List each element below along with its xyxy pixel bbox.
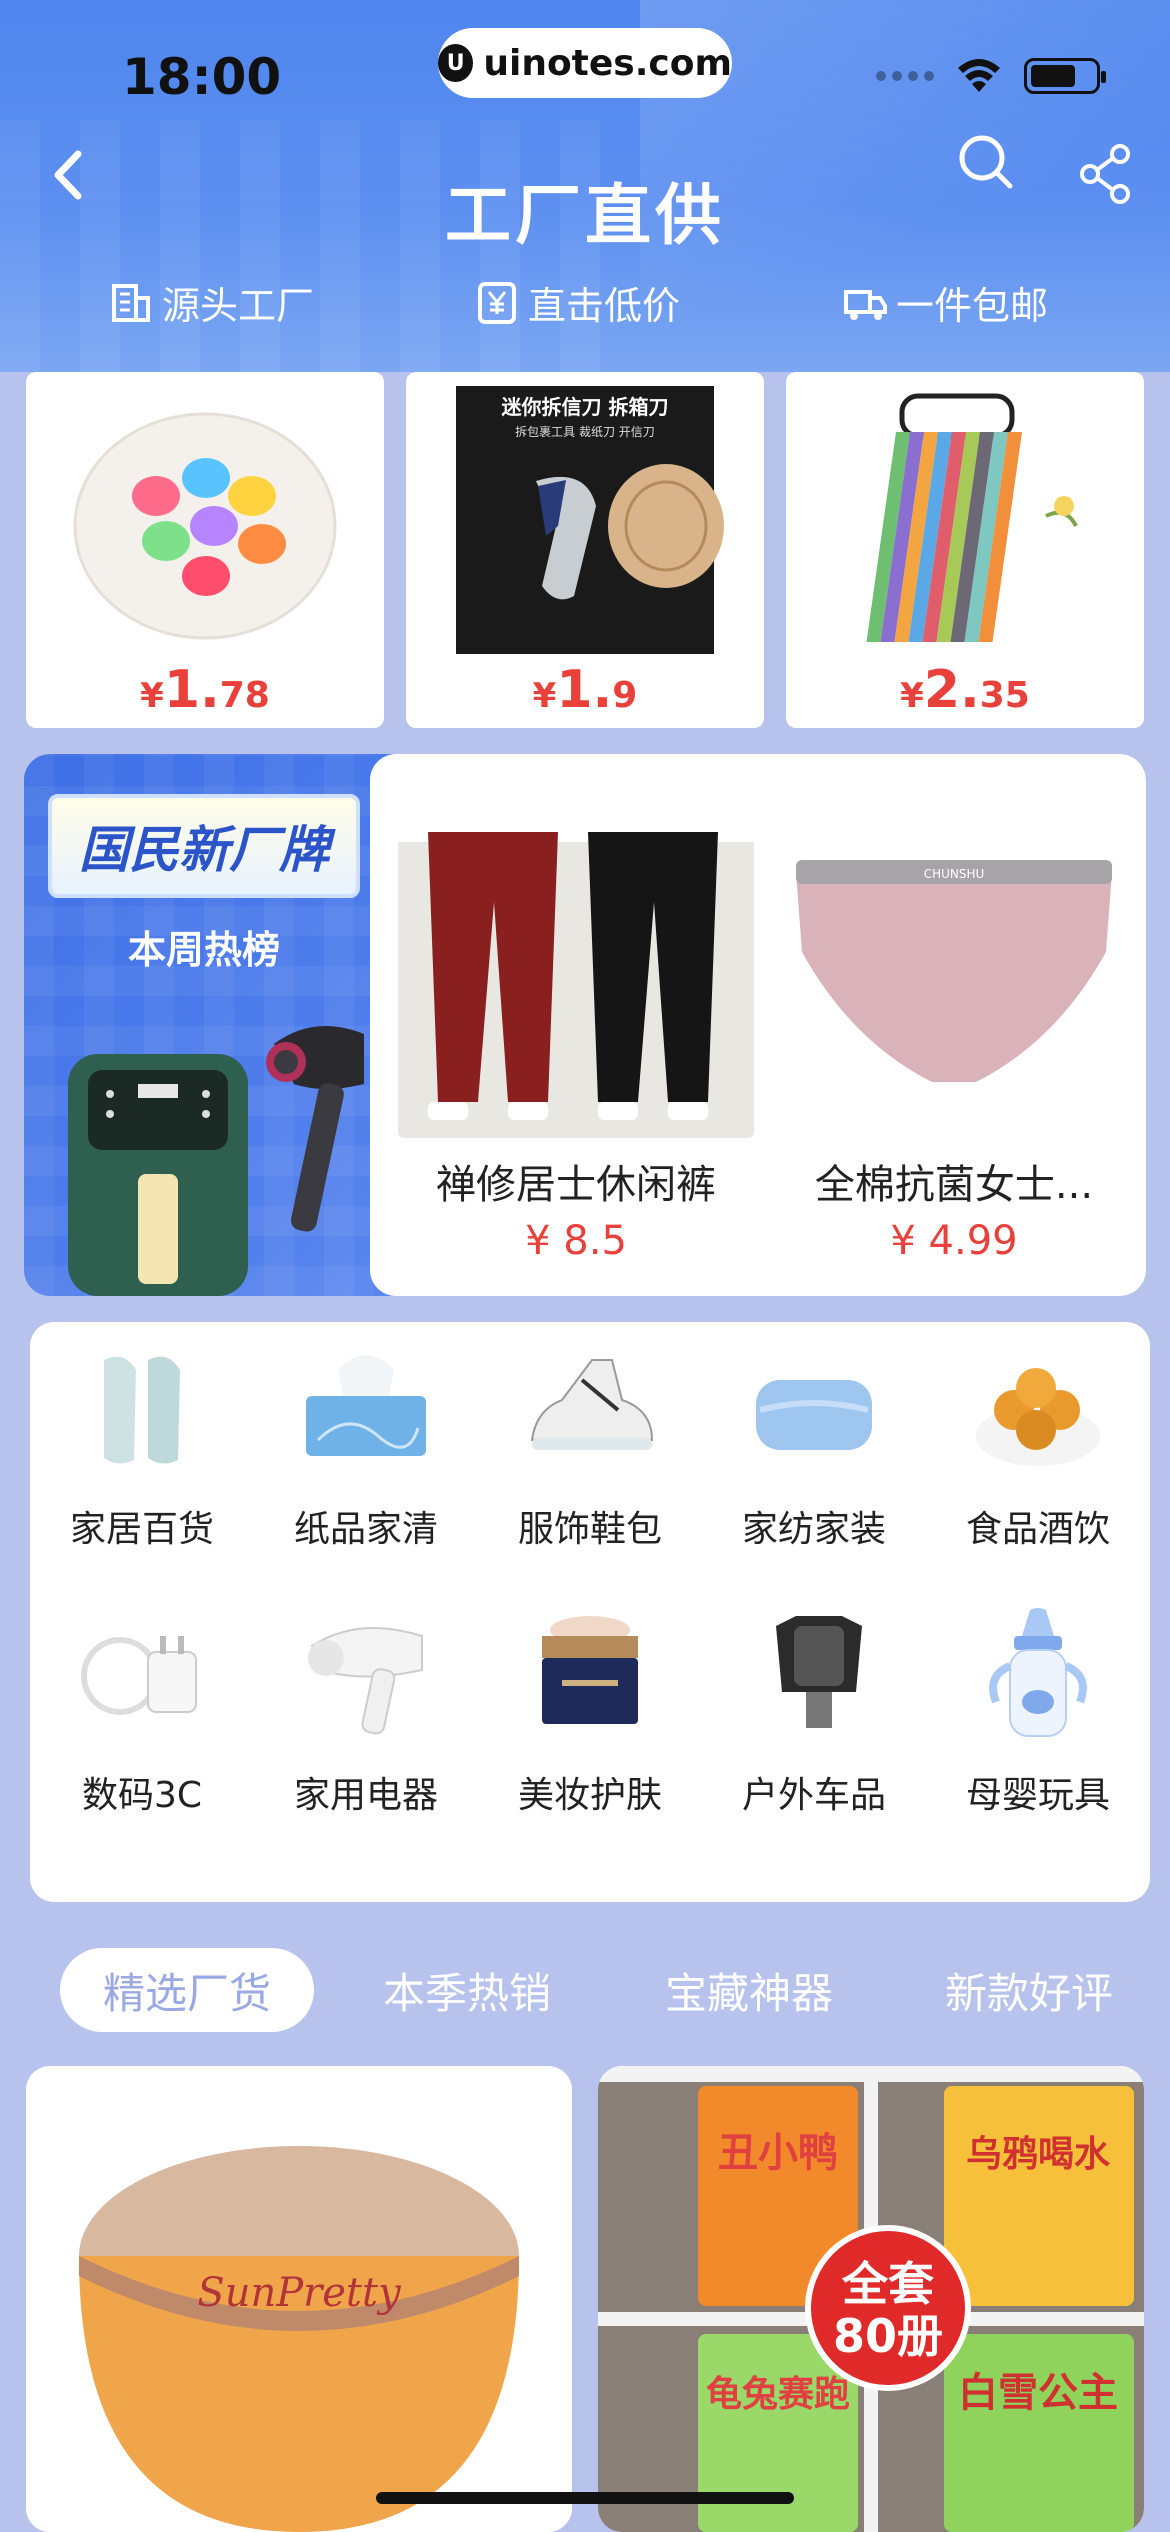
feature-free-shipping: 一件包邮 [842, 275, 1048, 330]
product-price: ¥1.78 [140, 660, 270, 720]
category-label: 家纺家装 [741, 1509, 886, 1550]
hair-dryer-icon [308, 1627, 423, 1735]
towel-icon [756, 1380, 872, 1450]
cream-jar-icon [542, 1616, 638, 1724]
category-label: 食品酒饮 [965, 1509, 1110, 1550]
category-label: 美妆护肤 [517, 1775, 662, 1816]
product-image-pants [398, 782, 754, 1138]
image-text: 迷你拆信刀 拆箱刀 [501, 395, 669, 419]
product-card[interactable]: ¥2.35 [786, 372, 1144, 728]
wifi-icon [958, 59, 1000, 92]
tab-new-reviews[interactable]: 新款好评 [924, 1948, 1134, 2032]
battery-icon [1024, 58, 1106, 94]
book-title: 白雪公主 [958, 2370, 1118, 2416]
category-label: 家居百货 [69, 1509, 214, 1550]
home-indicator[interactable] [376, 2492, 794, 2504]
brand-item-name: 全棉抗菌女士... [814, 1162, 1094, 1208]
brand-banner-left[interactable]: 国民新厂牌 本周热榜 [24, 754, 374, 1296]
category-beauty[interactable]: 美妆护肤 [478, 1588, 702, 1828]
brand-subtitle: 本周热榜 [127, 928, 280, 972]
feature-low-price: 直击低价 [474, 275, 680, 330]
category-digital[interactable]: 数码3C [30, 1588, 254, 1828]
url-text: uinotes.com [483, 42, 732, 84]
factory-icon [112, 283, 150, 322]
product-image-detergent-pods [73, 412, 337, 640]
status-time: 18:00 [122, 48, 282, 106]
category-paper-cleaning[interactable]: 纸品家清 [254, 1322, 478, 1562]
category-label: 数码3C [81, 1775, 203, 1816]
feature-label: 直击低价 [528, 284, 681, 328]
category-label: 母婴玩具 [965, 1775, 1110, 1816]
category-label: 家用电器 [293, 1775, 438, 1816]
book-set-badge-line2: 80册 [833, 2309, 943, 2363]
feed-tabs: 精选厂货 本季热销 宝藏神器 新款好评 [0, 1944, 1170, 2034]
product-image-underwear: CHUNSHU [776, 782, 1132, 1138]
category-label: 服饰鞋包 [517, 1509, 662, 1550]
signal-icon [876, 71, 934, 81]
category-textiles[interactable]: 家纺家装 [702, 1322, 926, 1562]
book-set-badge-line1: 全套 [841, 2257, 934, 2311]
product-image-books: 丑小鸭 乌鸦喝水 龟兔赛跑 白雪公主 全套 80册 [598, 2066, 1144, 2532]
feature-label: 源头工厂 [162, 284, 315, 328]
brand-item-price: ¥ 8.5 [525, 1218, 627, 1264]
book-title: 丑小鸭 [718, 2130, 838, 2176]
book-title: 乌鸦喝水 [966, 2134, 1111, 2175]
category-label: 纸品家清 [293, 1509, 438, 1550]
category-baby-toys[interactable]: 母婴玩具 [926, 1588, 1150, 1828]
product-price: ¥1.9 [532, 660, 638, 720]
tab-season-hot[interactable]: 本季热销 [362, 1948, 572, 2032]
search-icon[interactable] [956, 132, 1016, 192]
baby-bottle-icon [989, 1608, 1087, 1737]
sneaker-icon [530, 1359, 654, 1450]
category-home-goods[interactable]: 家居百货 [30, 1322, 254, 1562]
share-icon[interactable] [1078, 144, 1134, 204]
brand-banner[interactable]: 国民新厂牌 本周热榜 禅修居士休闲裤 ¥ 8.5 CHUNSHU 全棉抗菌女士.… [24, 754, 1146, 1296]
phone-holder-icon [776, 1616, 862, 1728]
category-label: 户外车品 [741, 1775, 886, 1816]
feature-factory: 源头工厂 [108, 275, 314, 330]
feature-label: 一件包邮 [896, 284, 1049, 328]
brand-item[interactable]: CHUNSHU 全棉抗菌女士... ¥ 4.99 [776, 782, 1132, 1282]
site-logo-icon: U [438, 44, 474, 82]
product-card[interactable]: SunPretty [26, 2066, 572, 2532]
price-tag-icon [478, 281, 516, 324]
brand-item[interactable]: 禅修居士休闲裤 ¥ 8.5 [398, 782, 754, 1282]
hair-dryer-image [266, 1026, 364, 1232]
tissue-box-icon [306, 1355, 426, 1456]
tab-selected-factory[interactable]: 精选厂货 [60, 1948, 314, 2032]
category-grid: 家居百货 纸品家清 服饰鞋包 家纺家装 食品酒饮 数码3C 家用电器 美妆护肤 … [30, 1322, 1150, 1902]
category-appliances[interactable]: 家用电器 [254, 1588, 478, 1828]
book-title: 龟兔赛跑 [706, 2374, 850, 2415]
product-image-mini-knife: 迷你拆信刀 拆箱刀 拆包裹工具 裁纸刀 开信刀 [456, 386, 724, 654]
product-image-striped-towel [866, 393, 1078, 642]
image-subtext: 拆包裹工具 裁纸刀 开信刀 [515, 424, 655, 439]
url-pill[interactable]: U uinotes.com [438, 28, 732, 98]
brand-badge: 国民新厂牌 [48, 794, 360, 898]
header: 18:00 U uinotes.com 工厂直供 源头工厂 直击低价 一件包邮 [0, 0, 1170, 372]
truck-icon [844, 289, 887, 320]
product-card[interactable]: 丑小鸭 乌鸦喝水 龟兔赛跑 白雪公主 全套 80册 [598, 2066, 1144, 2532]
cake-icon [976, 1368, 1100, 1466]
product-price: ¥2.35 [900, 660, 1030, 720]
product-card[interactable]: 迷你拆信刀 拆箱刀 拆包裹工具 裁纸刀 开信刀 ¥1.9 [406, 372, 764, 728]
category-apparel-bags[interactable]: 服饰鞋包 [478, 1322, 702, 1562]
image-brand-text: CHUNSHU [924, 867, 985, 881]
product-card[interactable]: ¥1.78 [26, 372, 384, 728]
brand-item-price: ¥ 4.99 [890, 1218, 1018, 1264]
brand-item-name: 禅修居士休闲裤 [436, 1162, 716, 1208]
tab-treasure[interactable]: 宝藏神器 [644, 1948, 854, 2032]
air-fryer-image [68, 1054, 248, 1296]
jar-brand-text: SunPretty [197, 2270, 402, 2316]
feature-strip: 源头工厂 直击低价 一件包邮 [0, 275, 1170, 335]
slippers-icon [104, 1356, 180, 1464]
status-icons [876, 58, 1106, 94]
category-outdoor-car[interactable]: 户外车品 [702, 1588, 926, 1828]
category-food-drinks[interactable]: 食品酒饮 [926, 1322, 1150, 1562]
brand-items: 禅修居士休闲裤 ¥ 8.5 CHUNSHU 全棉抗菌女士... ¥ 4.99 [370, 754, 1146, 1296]
charger-icon [81, 1636, 197, 1715]
product-image-jar: SunPretty [26, 2066, 572, 2532]
